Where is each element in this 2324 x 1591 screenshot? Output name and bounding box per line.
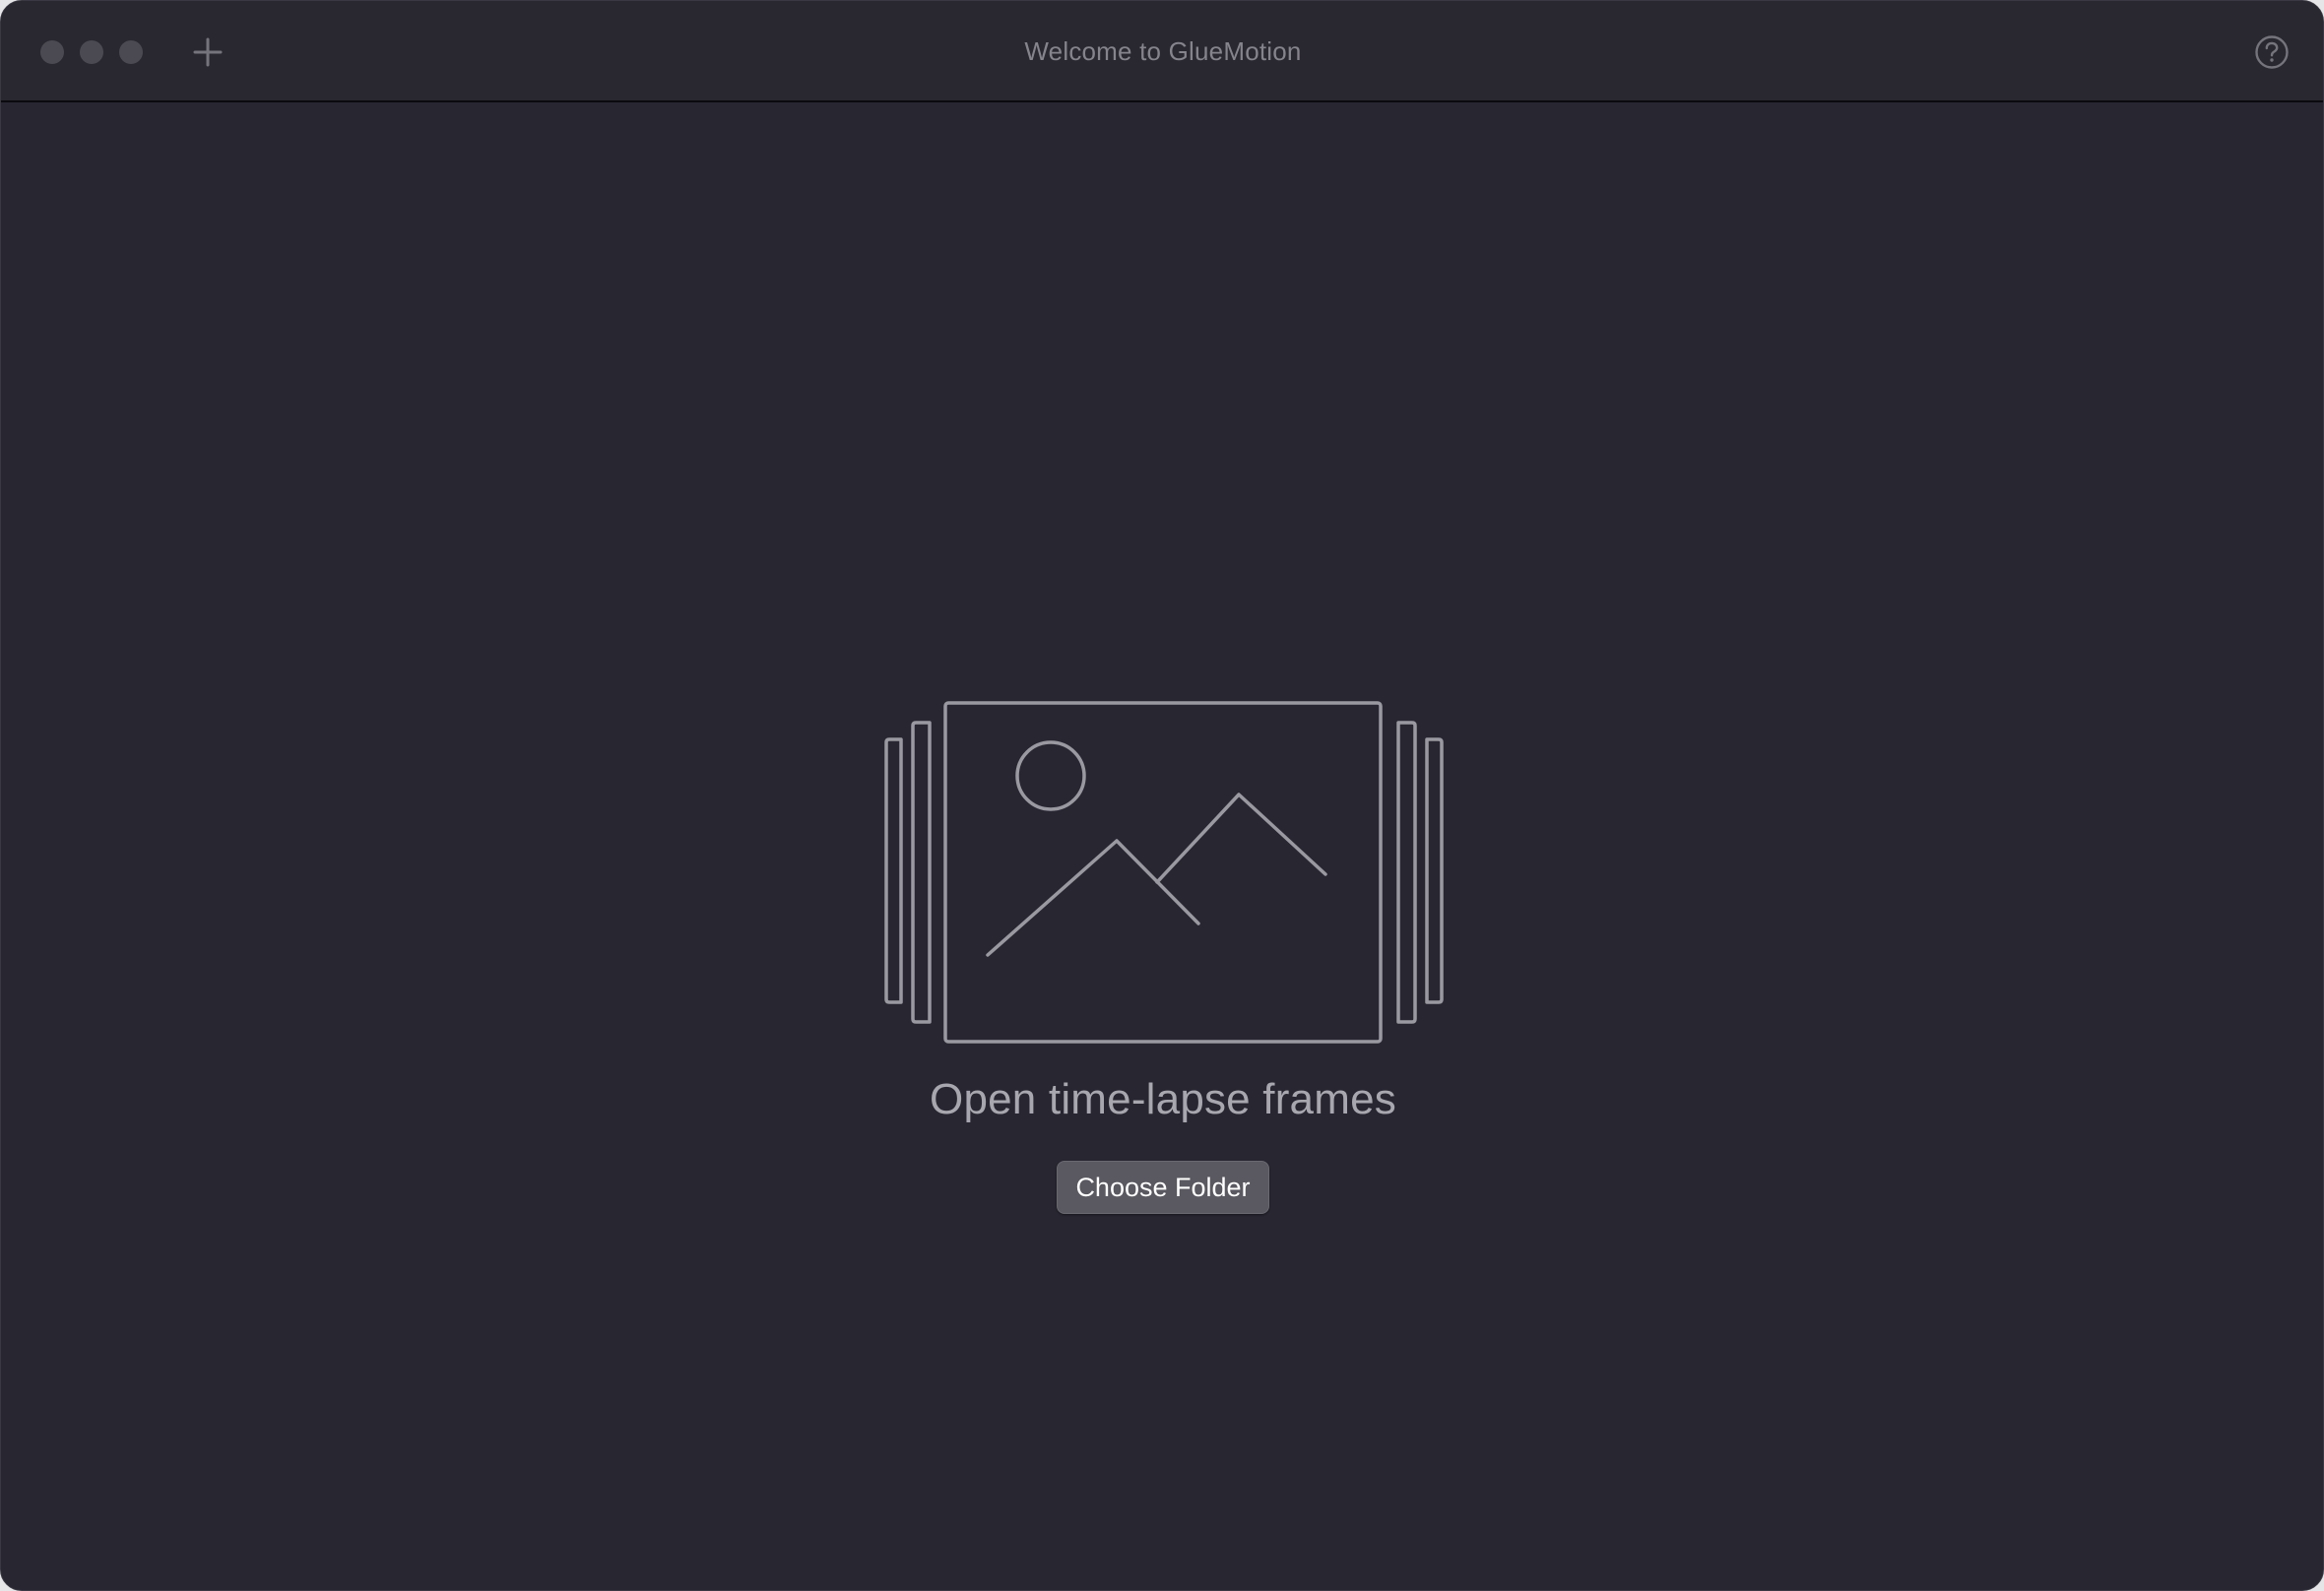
- question-circle-icon: [2255, 35, 2289, 69]
- welcome-content: Open time-lapse frames Choose Folder: [1, 102, 2323, 1590]
- choose-folder-button[interactable]: Choose Folder: [1057, 1161, 1269, 1214]
- title-bar: Welcome to GlueMotion: [1, 1, 2323, 102]
- image-frames-icon: [884, 701, 1444, 1044]
- help-button[interactable]: [2254, 34, 2290, 70]
- empty-state-headline: Open time-lapse frames: [930, 1075, 1396, 1123]
- window-title: Welcome to GlueMotion: [1024, 36, 1302, 66]
- app-window: Welcome to GlueMotion Open time-lapse fr…: [0, 0, 2324, 1591]
